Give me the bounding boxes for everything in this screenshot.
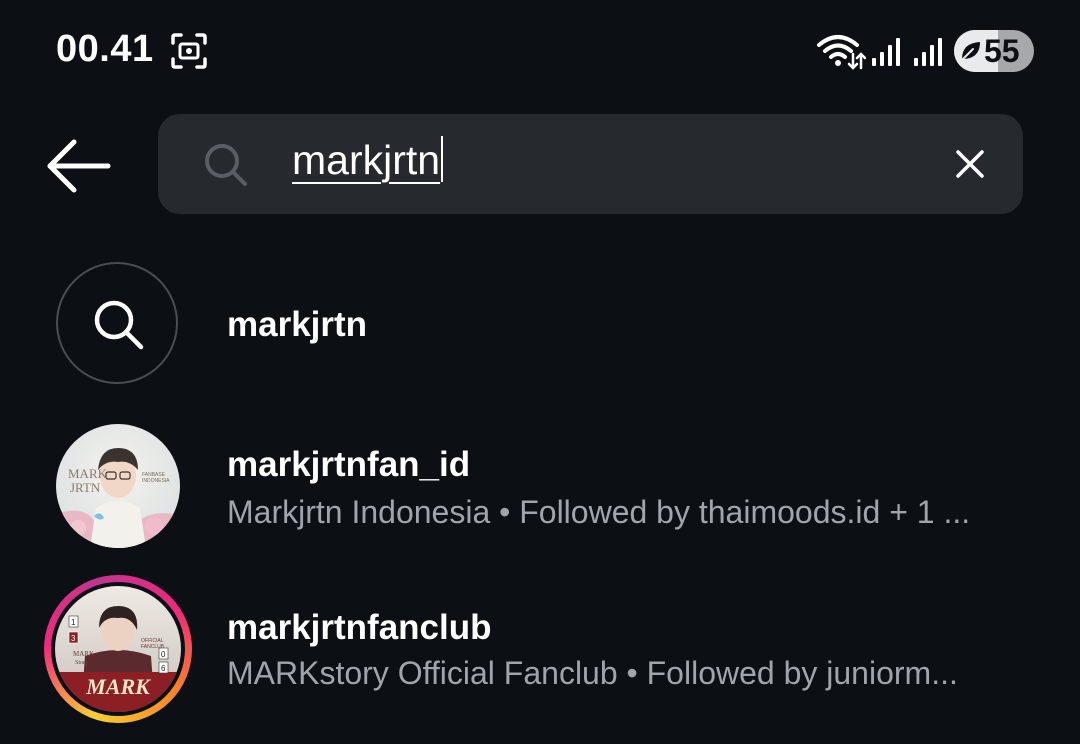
- account-username: markjrtnfanclub: [227, 608, 492, 647]
- back-button[interactable]: [42, 136, 116, 196]
- arrow-left-icon: [47, 139, 111, 193]
- search-bar[interactable]: markjrtn: [158, 114, 1023, 214]
- avatar-text: INDONESIA: [142, 478, 170, 484]
- avatar-text: MARK: [68, 466, 108, 481]
- wifi-icon: [817, 35, 866, 70]
- search-input-text: markjrtn: [292, 137, 441, 183]
- text-caret: [441, 136, 444, 182]
- avatar-text: Story: [75, 660, 88, 666]
- keyword-search-circle: [56, 262, 178, 384]
- battery-leaf-icon: [960, 42, 980, 62]
- search-icon: [94, 300, 144, 350]
- battery-level: 55: [984, 33, 1020, 69]
- keyword-suggestion-row[interactable]: markjrtn: [0, 262, 1080, 386]
- account-subtitle: Markjrtn Indonesia • Followed by thaimoo…: [227, 494, 971, 530]
- clear-search-button[interactable]: [954, 148, 986, 180]
- avatar-text: 3: [71, 634, 76, 643]
- avatar-text: MARK: [85, 674, 151, 699]
- screen-record-icon: [171, 33, 207, 69]
- signal-icon: [914, 38, 942, 66]
- status-bar: 00.41 55: [0, 0, 1080, 100]
- account-result-row[interactable]: MARK JRTN FANBASE INDONESIA markjrtnfan_…: [0, 424, 1080, 550]
- close-icon: [956, 150, 984, 178]
- avatar-text: JRTN: [70, 480, 101, 495]
- avatar-text: MARK: [73, 650, 94, 658]
- battery-indicator: 55: [954, 30, 1034, 72]
- search-input[interactable]: markjrtn: [292, 136, 912, 192]
- story-ring: MARK 1 3 0 6 MARK Story OFFICIAL FANCLUB: [44, 575, 192, 723]
- keyword-suggestion-label: markjrtn: [227, 305, 368, 344]
- avatar-text: FANCLUB: [141, 644, 165, 650]
- search-icon: [205, 144, 247, 186]
- avatar-text: 1: [71, 618, 76, 627]
- signal-icon: [872, 38, 900, 66]
- avatar-text: 6: [161, 664, 166, 673]
- avatar: MARK JRTN FANBASE INDONESIA: [56, 424, 180, 548]
- account-username: markjrtnfan_id: [227, 445, 471, 484]
- account-result-row[interactable]: MARK 1 3 0 6 MARK Story OFFICIAL FANCLUB…: [0, 575, 1080, 723]
- account-subtitle: MARKstory Official Fanclub • Followed by…: [227, 655, 958, 691]
- avatar-text: 0: [161, 650, 166, 659]
- search-screen: 00.41 55 markjrtn markjrtn MARK JRTN FAN…: [0, 0, 1080, 744]
- status-time: 00.41: [56, 28, 154, 70]
- avatar: MARK 1 3 0 6 MARK Story OFFICIAL FANCLUB: [55, 586, 181, 712]
